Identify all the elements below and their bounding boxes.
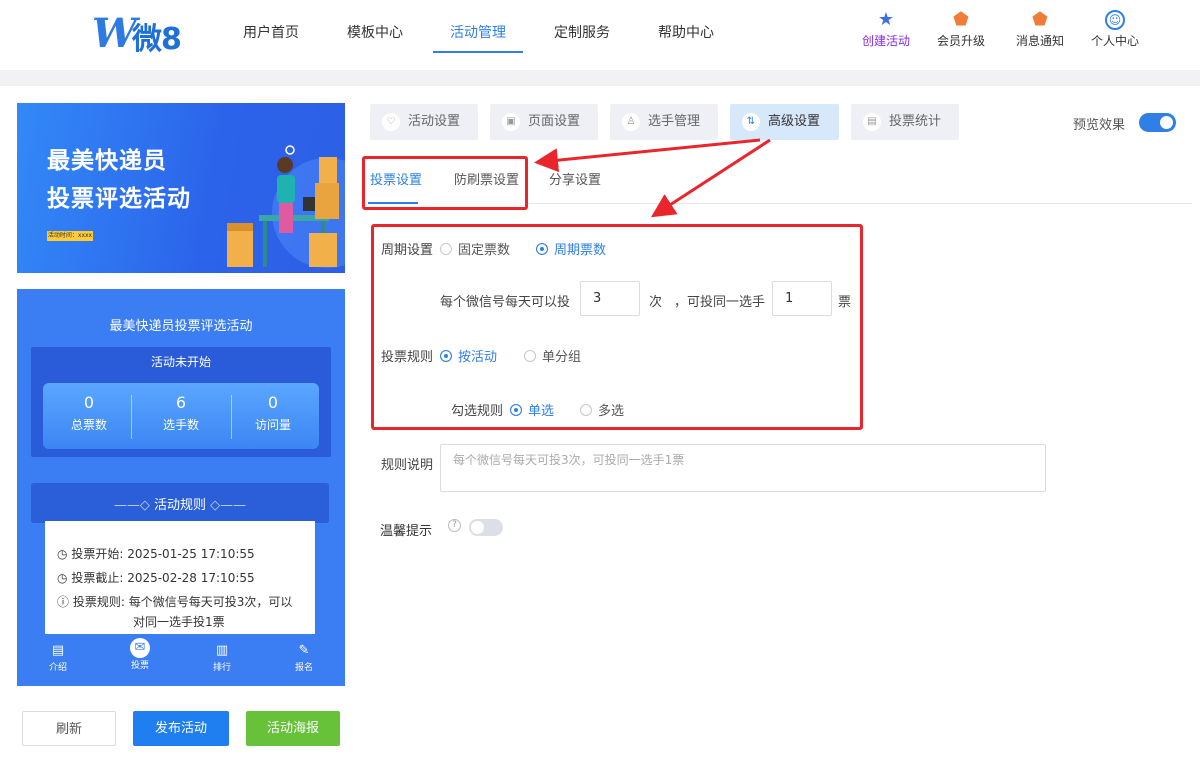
annotation-arrows xyxy=(534,138,771,218)
